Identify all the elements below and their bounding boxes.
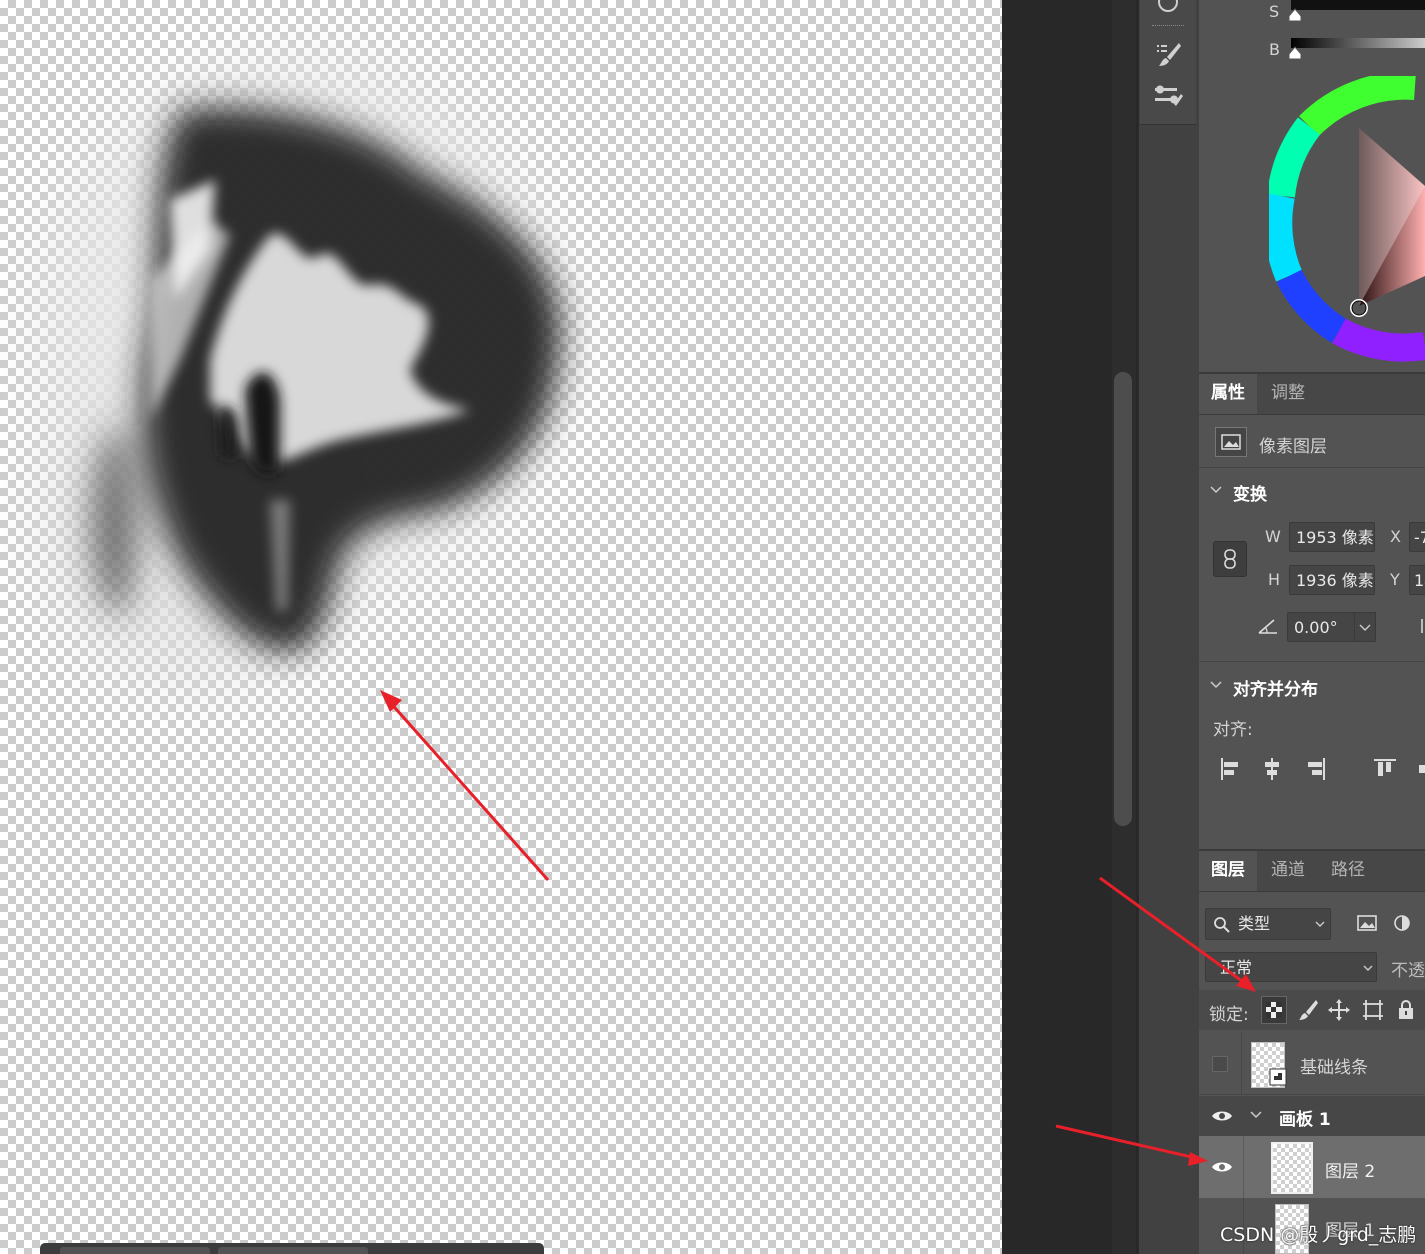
link-dimensions-button[interactable] [1213, 541, 1247, 577]
section-divider [1199, 467, 1425, 468]
width-label: W [1265, 527, 1281, 546]
layer-thumbnail [1271, 1142, 1313, 1194]
chevron-down-icon [1363, 965, 1373, 971]
group-name[interactable]: 画板 1 [1279, 1105, 1331, 1130]
filter-pixel-layer-icon[interactable] [1357, 914, 1377, 932]
document-canvas[interactable] [0, 0, 1002, 1254]
saturation-slider[interactable] [1291, 0, 1425, 10]
brightness-slider[interactable] [1291, 38, 1425, 48]
align-horizontal-center-icon[interactable] [1261, 757, 1283, 781]
tab-paths[interactable]: 路径 [1319, 851, 1377, 891]
y-field[interactable]: 14 [1409, 565, 1425, 595]
annotation-arrows [1055, 876, 1256, 1166]
x-label: X [1390, 527, 1401, 546]
section-divider [1199, 661, 1425, 662]
opacity-label: 不透 [1391, 961, 1425, 981]
filter-adjustment-layer-icon[interactable] [1393, 914, 1411, 932]
chain-link-icon [1224, 549, 1236, 569]
saturation-slider-thumb[interactable] [1287, 8, 1303, 22]
brush-settings-icon[interactable] [1146, 36, 1190, 72]
pixel-layer-icon [1215, 427, 1247, 457]
lock-position-icon[interactable] [1327, 998, 1351, 1022]
x-field[interactable]: -7 [1409, 522, 1425, 552]
align-heading: 对齐并分布 [1233, 680, 1318, 700]
width-field[interactable]: 1953 像素 [1289, 522, 1375, 552]
layer-name[interactable]: 图层 2 [1325, 1157, 1375, 1182]
height-field[interactable]: 1936 像素 [1289, 565, 1375, 595]
properties-tabbar: 属性 调整 [1199, 374, 1425, 415]
grip-divider [1152, 25, 1184, 29]
properties-panel: 像素图层 变换 W 1953 像素 X -7 H 1936 像素 Y 14 0.… [1199, 415, 1425, 849]
angle-dropdown[interactable] [1354, 612, 1376, 642]
saturation-label: S [1269, 2, 1280, 21]
align-right-icon[interactable] [1305, 757, 1327, 781]
y-label: Y [1390, 570, 1400, 589]
height-label: H [1268, 570, 1281, 589]
angle-icon [1257, 617, 1279, 639]
artwork [50, 70, 560, 881]
layer-name[interactable]: 基础线条 [1300, 1053, 1368, 1078]
lock-all-icon[interactable] [1395, 998, 1417, 1022]
tool-presets-icon[interactable] [1146, 78, 1190, 114]
flip-icon-partial[interactable] [1421, 619, 1425, 633]
align-left-icon[interactable] [1219, 757, 1241, 781]
align-top-icon[interactable] [1373, 757, 1397, 781]
align-label: 对齐: [1213, 720, 1253, 740]
color-panel: S B [1199, 0, 1425, 372]
align-collapse-icon[interactable] [1209, 679, 1223, 693]
watermark: CSDN @殷丿grd_志鹏 [1220, 1224, 1417, 1246]
lock-artboard-icon[interactable] [1361, 998, 1385, 1022]
tab-properties[interactable]: 属性 [1199, 374, 1257, 414]
angle-field[interactable]: 0.00° [1287, 612, 1355, 642]
brightness-label: B [1269, 40, 1280, 59]
transform-collapse-icon[interactable] [1209, 484, 1223, 498]
annotation-arrow [380, 690, 550, 881]
brightness-slider-thumb[interactable] [1287, 46, 1303, 60]
history-icon[interactable] [1146, 0, 1190, 20]
bottom-panel-edge [40, 1243, 544, 1254]
transform-heading: 变换 [1233, 485, 1267, 505]
panel-icon-strip [1140, 0, 1196, 125]
chevron-down-icon [1359, 624, 1371, 631]
color-wheel[interactable] [1269, 76, 1425, 362]
smart-object-icon [1269, 1068, 1287, 1086]
layer-kind-label: 像素图层 [1259, 437, 1327, 457]
tab-adjustments[interactable]: 调整 [1259, 374, 1317, 414]
chevron-down-icon [1315, 921, 1325, 927]
align-vertical-center-icon-partial[interactable] [1419, 765, 1425, 773]
scrollbar-thumb[interactable] [1114, 372, 1132, 826]
lock-image-pixels-icon[interactable] [1297, 998, 1319, 1022]
